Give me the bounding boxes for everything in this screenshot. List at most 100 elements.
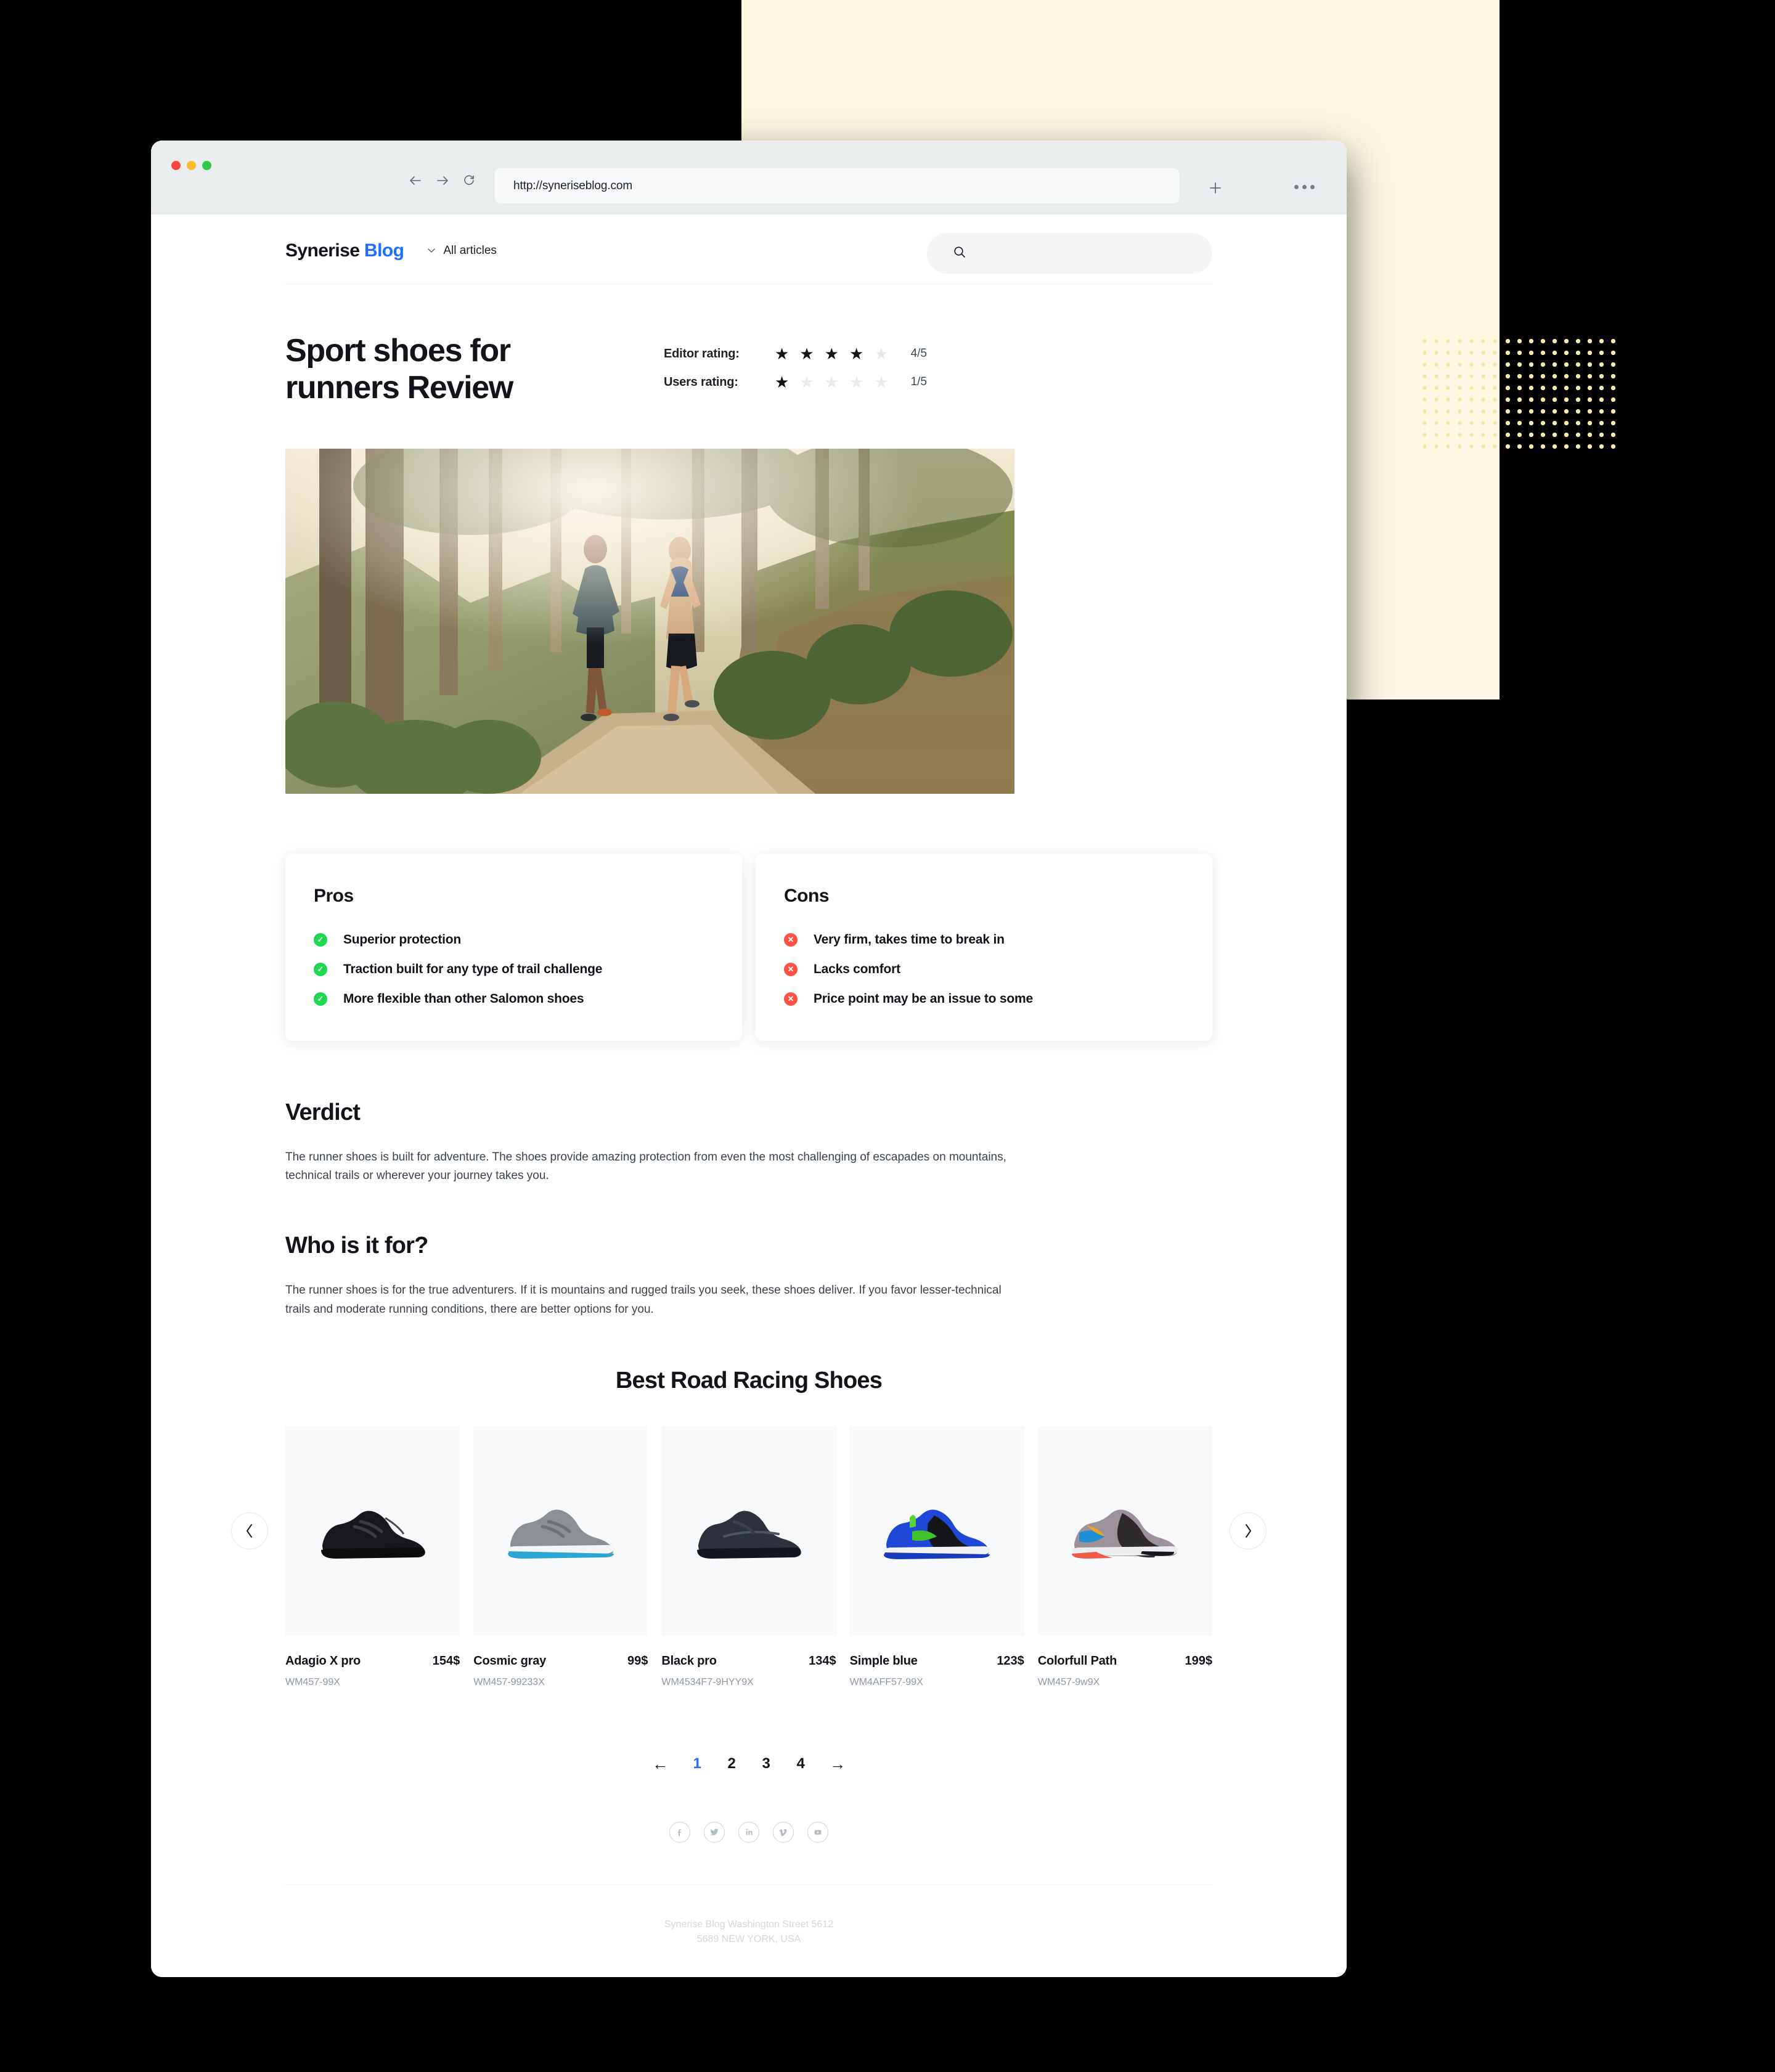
pagination-page-1[interactable]: 1 [680, 1755, 714, 1772]
ratings-block: Editor rating: ★ ★ ★ ★ ★ 4/5 Users ratin… [664, 346, 927, 402]
nav-all-articles[interactable]: All articles [427, 244, 497, 258]
star-icon-empty[interactable]: ★ [874, 374, 888, 390]
star-icon-empty[interactable]: ★ [825, 374, 839, 390]
star-icon-empty[interactable]: ★ [874, 346, 888, 362]
cons-card: Cons ✕ Very firm, takes time to break in… [756, 853, 1212, 1041]
window-controls[interactable] [171, 161, 211, 170]
product-sku: WM457-99X [285, 1676, 340, 1687]
pros-title: Pros [314, 885, 354, 906]
browser-chrome: http://syneriseblog.com [151, 141, 1347, 214]
product-card[interactable]: Adagio X pro 154$ WM457-99X [285, 1426, 460, 1688]
pagination-prev[interactable]: ← [640, 1755, 680, 1774]
carousel-next-button[interactable] [1230, 1512, 1267, 1549]
star-icon[interactable]: ★ [825, 346, 839, 362]
star-icon[interactable]: ★ [775, 374, 789, 390]
linkedin-icon[interactable] [738, 1821, 759, 1843]
editor-rating-stars[interactable]: ★ ★ ★ ★ ★ [775, 346, 889, 362]
who-section: Who is it for? The runner shoes is for t… [285, 1233, 1212, 1319]
verdict-title: Verdict [285, 1099, 361, 1125]
users-rating-row: Users rating: ★ ★ ★ ★ ★ 1/5 [664, 374, 927, 390]
product-name: Black pro [661, 1654, 717, 1668]
verdict-body: The runner shoes is built for adventure.… [285, 1150, 1006, 1183]
close-window-button[interactable] [171, 161, 181, 170]
star-icon[interactable]: ★ [849, 346, 863, 362]
nav-all-articles-label: All articles [443, 244, 497, 257]
product-card[interactable]: Colorfull Path 199$ WM457-9w9X [1037, 1426, 1213, 1688]
product-image [849, 1426, 1024, 1636]
facebook-icon[interactable] [669, 1821, 690, 1843]
pagination: ← 1 2 3 4 → [151, 1755, 1347, 1774]
star-icon-empty[interactable]: ★ [849, 374, 863, 390]
address-line-2: 5689 NEW YORK, USA [696, 1934, 801, 1945]
cons-item-label: Very firm, takes time to break in [814, 932, 1005, 947]
star-icon[interactable]: ★ [799, 346, 814, 362]
back-icon[interactable] [409, 176, 422, 186]
hero-image [285, 448, 1014, 794]
navigation-buttons [409, 174, 475, 187]
logo-accent-text: Blog [364, 240, 404, 261]
product-price: 123$ [997, 1654, 1024, 1668]
pros-item-label: More flexible than other Salomon shoes [343, 991, 584, 1006]
pros-card: Pros ✓ Superior protection ✓ Traction bu… [285, 853, 742, 1041]
product-price: 99$ [627, 1654, 648, 1668]
product-name: Cosmic gray [473, 1654, 547, 1668]
cons-item-label: Price point may be an issue to some [814, 991, 1033, 1006]
users-rating-stars[interactable]: ★ ★ ★ ★ ★ [775, 374, 889, 390]
x-circle-icon: ✕ [784, 962, 798, 976]
twitter-icon[interactable] [704, 1821, 725, 1843]
check-circle-icon: ✓ [314, 932, 327, 947]
site-header: Synerise Blog All articles [285, 214, 1212, 284]
article-header: Sport shoes for runners Review Editor ra… [285, 332, 1212, 407]
pagination-page-4[interactable]: 4 [783, 1755, 818, 1772]
who-body: The runner shoes is for the true adventu… [285, 1284, 1002, 1316]
product-sku: WM4534F7-9HYY9X [661, 1676, 754, 1687]
url-text: http://syneriseblog.com [513, 179, 633, 192]
pros-item: ✓ Superior protection [314, 932, 714, 947]
minimize-window-button[interactable] [187, 161, 196, 170]
address-bar[interactable]: http://syneriseblog.com [495, 168, 1179, 203]
users-rating-label: Users rating: [664, 375, 738, 389]
check-circle-icon: ✓ [314, 992, 327, 1006]
cons-item: ✕ Price point may be an issue to some [784, 992, 1184, 1006]
pagination-page-2[interactable]: 2 [714, 1755, 749, 1772]
product-card[interactable]: Simple blue 123$ WM4AFF57-99X [849, 1426, 1024, 1688]
more-options-icon[interactable] [1294, 185, 1315, 189]
product-image [473, 1426, 648, 1636]
search-icon [953, 245, 966, 262]
pros-item: ✓ More flexible than other Salomon shoes [314, 992, 714, 1006]
product-name: Colorfull Path [1037, 1654, 1117, 1668]
social-links [151, 1821, 1347, 1843]
address-line-1: Synerise Blog Washington Street 5612 [664, 1919, 834, 1930]
who-title: Who is it for? [285, 1233, 428, 1259]
product-sku: WM4AFF57-99X [849, 1676, 923, 1687]
pros-cons-section: Pros ✓ Superior protection ✓ Traction bu… [285, 853, 1212, 1041]
star-icon-empty[interactable]: ★ [799, 374, 814, 390]
maximize-window-button[interactable] [202, 161, 211, 170]
reload-icon[interactable] [463, 174, 475, 187]
cons-item: ✕ Very firm, takes time to break in [784, 932, 1184, 947]
browser-window: http://syneriseblog.com Synerise Blog Al… [151, 141, 1347, 1977]
product-carousel: Adagio X pro 154$ WM457-99X Cosmic gray … [231, 1426, 1267, 1688]
cons-item: ✕ Lacks comfort [784, 962, 1184, 977]
cons-title: Cons [784, 885, 830, 906]
logo-main-text: Synerise [285, 240, 360, 261]
search-input[interactable] [927, 233, 1212, 274]
product-name: Simple blue [849, 1654, 918, 1668]
site-logo[interactable]: Synerise Blog [285, 240, 404, 261]
pagination-page-3[interactable]: 3 [749, 1755, 783, 1772]
product-card[interactable]: Cosmic gray 99$ WM457-99233X [473, 1426, 648, 1688]
page-content: Synerise Blog All articles Sport shoes f… [151, 214, 1347, 1977]
carousel-prev-button[interactable] [231, 1512, 268, 1549]
product-card[interactable]: Black pro 134$ WM4534F7-9HYY9X [661, 1426, 836, 1688]
youtube-icon[interactable] [807, 1821, 828, 1843]
product-image [1037, 1426, 1213, 1636]
forward-icon[interactable] [436, 176, 449, 186]
product-price: 154$ [432, 1654, 460, 1668]
star-icon[interactable]: ★ [775, 346, 789, 362]
product-sku: WM457-9w9X [1037, 1676, 1100, 1687]
pros-item-label: Traction built for any type of trail cha… [343, 961, 603, 976]
pagination-next[interactable]: → [818, 1755, 857, 1774]
vimeo-icon[interactable] [773, 1821, 794, 1843]
page-title: Sport shoes for runners Review [285, 333, 513, 406]
new-tab-icon[interactable] [1208, 181, 1223, 198]
